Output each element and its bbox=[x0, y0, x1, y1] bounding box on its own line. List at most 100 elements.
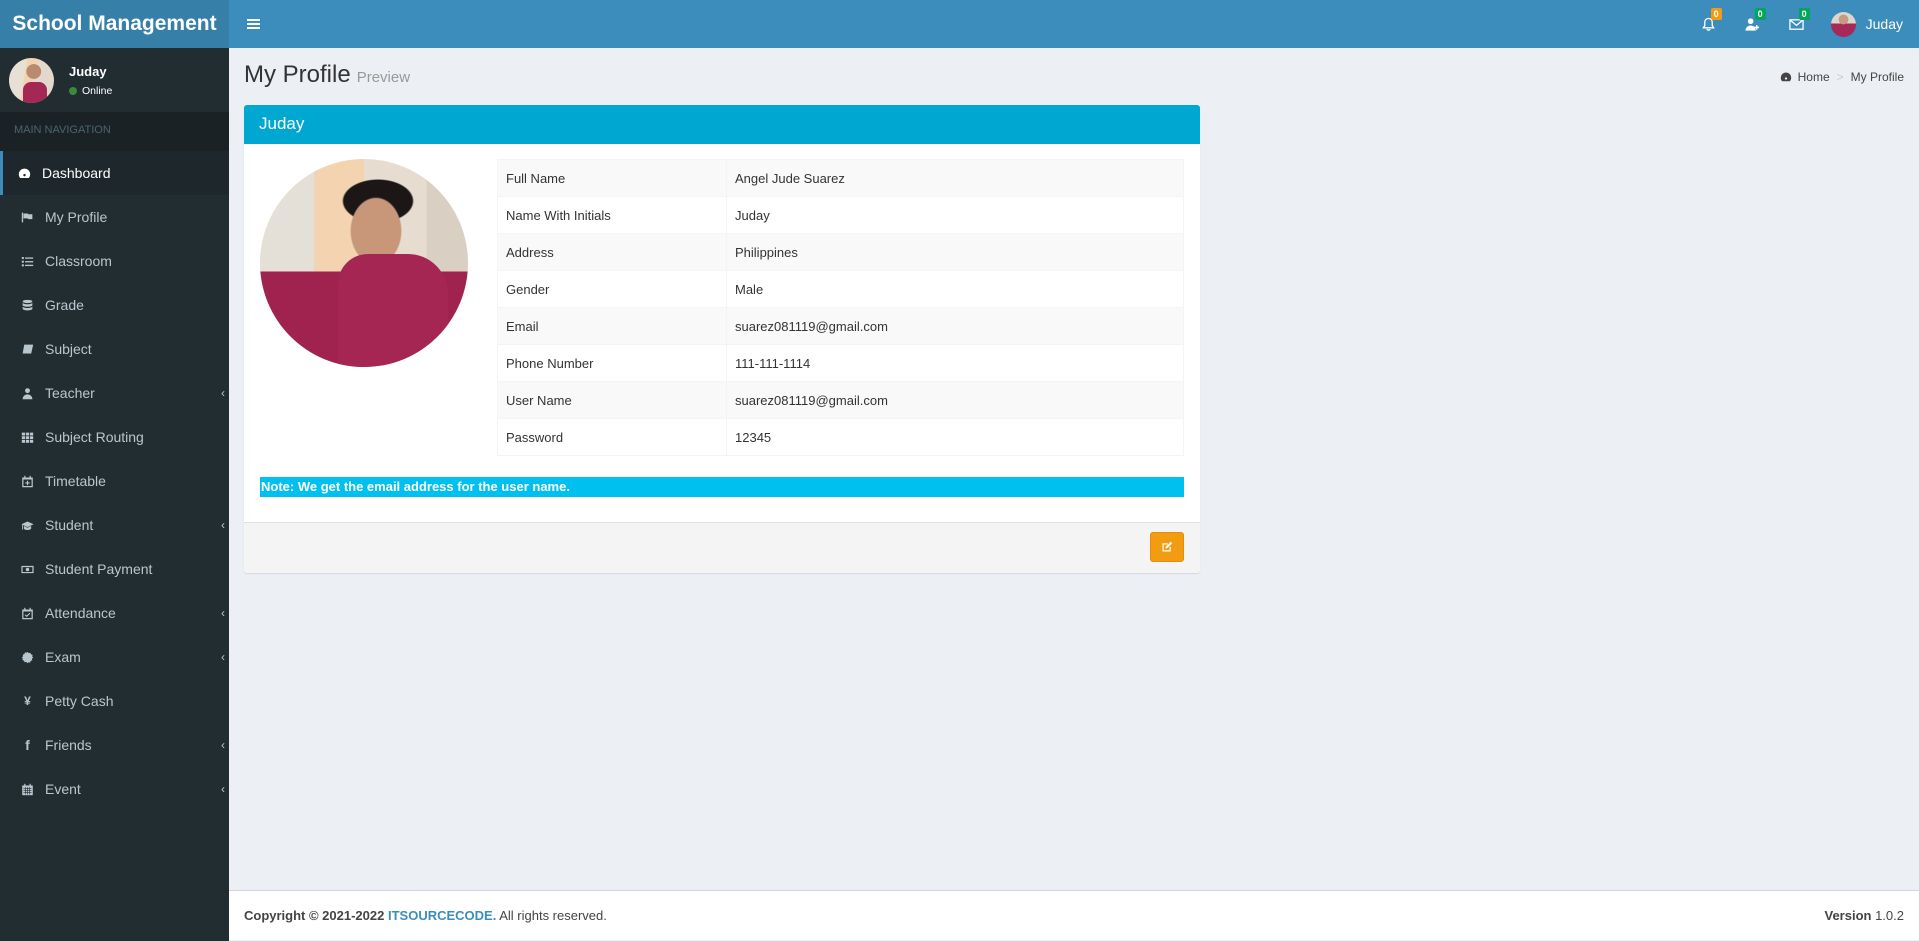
field-label: Address bbox=[497, 233, 727, 271]
field-label: Email bbox=[497, 307, 727, 345]
username-note: Note: We get the email address for the u… bbox=[260, 477, 1184, 497]
field-value: suarez081119@gmail.com bbox=[726, 381, 1184, 419]
field-value: Juday bbox=[726, 196, 1184, 234]
field-label: User Name bbox=[497, 381, 727, 419]
sidebar-item-student-payment[interactable]: Student Payment bbox=[0, 547, 229, 591]
table-row: User Name suarez081119@gmail.com bbox=[497, 381, 1184, 419]
field-label: Password bbox=[497, 418, 727, 456]
database-icon bbox=[20, 298, 35, 313]
sidebar-item-my-profile[interactable]: My Profile bbox=[0, 195, 229, 239]
breadcrumb-current: My Profile bbox=[1850, 70, 1904, 84]
yen-icon: ¥ bbox=[24, 694, 31, 708]
online-status-label: Online bbox=[82, 84, 113, 97]
user-name: Juday bbox=[1865, 16, 1903, 32]
sidebar-item-label: Petty Cash bbox=[45, 693, 114, 709]
chevron-left-icon: ‹ bbox=[221, 518, 225, 532]
field-value: Philippines bbox=[726, 233, 1184, 271]
sidebar-user-name: Juday bbox=[69, 63, 107, 79]
certificate-icon bbox=[20, 650, 35, 665]
online-status[interactable]: Online bbox=[69, 85, 112, 97]
sidebar-item-label: My Profile bbox=[45, 209, 108, 225]
calendar-icon bbox=[20, 782, 35, 797]
copyright: Copyright © 2021-2022 ITSOURCECODE. All … bbox=[244, 908, 607, 923]
page-subtitle: Preview bbox=[356, 69, 411, 86]
page-title: My Profile Preview bbox=[244, 61, 410, 89]
sidebar-item-event[interactable]: Event ‹ bbox=[0, 767, 229, 811]
field-value: suarez081119@gmail.com bbox=[726, 307, 1184, 345]
profile-photo bbox=[260, 159, 468, 367]
sidebar-item-subject[interactable]: Subject bbox=[0, 327, 229, 371]
main-footer: Copyright © 2021-2022 ITSOURCECODE. All … bbox=[229, 890, 1919, 940]
table-row: Phone Number 111-111-1114 bbox=[497, 344, 1184, 382]
sidebar-item-label: Teacher bbox=[45, 385, 95, 401]
grid-icon bbox=[20, 430, 35, 445]
sidebar-item-friends[interactable]: f Friends ‹ bbox=[0, 723, 229, 767]
sidebar-item-label: Student bbox=[45, 517, 94, 533]
sidebar-item-exam[interactable]: Exam ‹ bbox=[0, 635, 229, 679]
messages-button[interactable]: 0 bbox=[1775, 0, 1819, 48]
user-avatar-small bbox=[1830, 11, 1856, 37]
sidebar-item-grade[interactable]: Grade bbox=[0, 283, 229, 327]
field-label: Name With Initials bbox=[497, 196, 727, 234]
sidebar-item-classroom[interactable]: Classroom bbox=[0, 239, 229, 283]
main-sidebar: Juday Online MAIN NAVIGATION Dashboard M… bbox=[0, 48, 229, 941]
sidebar-item-label: Event bbox=[45, 781, 81, 797]
top-navbar: 0 0 0 Juday bbox=[229, 0, 1919, 48]
field-label: Phone Number bbox=[497, 344, 727, 382]
chevron-left-icon: ‹ bbox=[221, 782, 225, 796]
brand-link[interactable]: ITSOURCECODE. bbox=[388, 908, 496, 923]
table-row: Password 12345 bbox=[497, 418, 1184, 456]
sidebar-item-label: Dashboard bbox=[42, 165, 111, 181]
table-row: Gender Male bbox=[497, 270, 1184, 308]
friend-requests-button[interactable]: 0 bbox=[1731, 0, 1775, 48]
hamburger-icon bbox=[246, 19, 260, 29]
page-title-text: My Profile bbox=[244, 61, 351, 88]
user-avatar bbox=[9, 57, 54, 103]
sidebar-item-label: Grade bbox=[45, 297, 84, 313]
sidebar-item-subject-routing[interactable]: Subject Routing bbox=[0, 415, 229, 459]
user-panel: Juday Online bbox=[0, 48, 229, 112]
content-wrapper: My Profile Preview Home > My Profile Juda… bbox=[229, 48, 1919, 890]
sidebar-toggle-button[interactable] bbox=[233, 0, 273, 48]
dashboard-icon bbox=[1780, 72, 1791, 82]
sidebar-item-student[interactable]: Student ‹ bbox=[0, 503, 229, 547]
calendar-check-icon bbox=[20, 606, 35, 621]
sidebar-item-label: Student Payment bbox=[45, 561, 153, 577]
user-menu[interactable]: Juday bbox=[1830, 11, 1903, 37]
breadcrumb-home[interactable]: Home bbox=[1780, 70, 1830, 84]
sidebar-item-teacher[interactable]: Teacher ‹ bbox=[0, 371, 229, 415]
dashboard-icon bbox=[17, 166, 32, 181]
sidebar-item-petty-cash[interactable]: ¥ Petty Cash bbox=[0, 679, 229, 723]
user-info: Juday Online bbox=[69, 64, 112, 97]
sidebar-item-label: Subject bbox=[45, 341, 92, 357]
flag-icon bbox=[20, 210, 35, 225]
graduation-cap-icon bbox=[20, 518, 35, 533]
sidebar-item-label: Exam bbox=[45, 649, 81, 665]
edit-icon bbox=[1162, 541, 1173, 552]
profile-box-body: Full Name Angel Jude Suarez Name With Ini… bbox=[244, 144, 1200, 505]
chevron-left-icon: ‹ bbox=[221, 650, 225, 664]
main-navigation-header: MAIN NAVIGATION bbox=[0, 112, 229, 151]
table-row: Address Philippines bbox=[497, 233, 1184, 271]
sidebar-item-label: Subject Routing bbox=[45, 429, 144, 445]
field-label: Gender bbox=[497, 270, 727, 308]
sidebar-item-timetable[interactable]: Timetable bbox=[0, 459, 229, 503]
sidebar-item-dashboard[interactable]: Dashboard bbox=[0, 151, 229, 195]
chevron-left-icon: ‹ bbox=[221, 738, 225, 752]
profile-info-table: Full Name Angel Jude Suarez Name With Ini… bbox=[497, 159, 1184, 456]
notifications-badge: 0 bbox=[1710, 8, 1722, 20]
app-logo[interactable]: School Management bbox=[0, 0, 229, 48]
sidebar-item-attendance[interactable]: Attendance ‹ bbox=[0, 591, 229, 635]
table-row: Email suarez081119@gmail.com bbox=[497, 307, 1184, 345]
field-value: 111-111-1114 bbox=[726, 344, 1184, 382]
edit-profile-button[interactable] bbox=[1150, 532, 1184, 562]
user-icon bbox=[20, 386, 35, 401]
sidebar-item-label: Friends bbox=[45, 737, 92, 753]
notifications-button[interactable]: 0 bbox=[1687, 0, 1731, 48]
version-info: Version 1.0.2 bbox=[1824, 908, 1904, 923]
breadcrumb-home-label: Home bbox=[1797, 70, 1830, 84]
messages-badge: 0 bbox=[1798, 8, 1810, 20]
main-header: School Management 0 0 0 Juday bbox=[0, 0, 1919, 48]
field-value: 12345 bbox=[726, 418, 1184, 456]
facebook-icon: f bbox=[25, 737, 30, 753]
